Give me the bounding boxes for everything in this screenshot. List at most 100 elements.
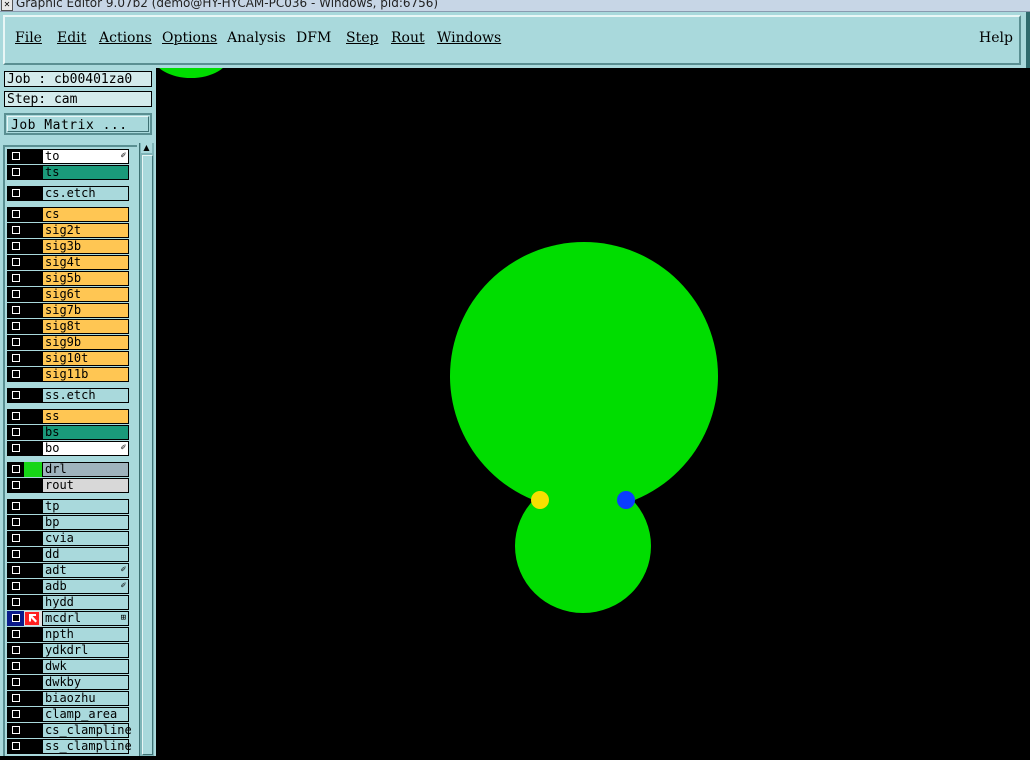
layer-checkbox[interactable] bbox=[7, 303, 24, 318]
layer-work-indicator[interactable] bbox=[24, 531, 42, 546]
layer-checkbox[interactable] bbox=[7, 739, 24, 754]
layer-checkbox[interactable] bbox=[7, 478, 24, 493]
layer-checkbox[interactable] bbox=[7, 675, 24, 690]
layer-name[interactable]: sig9b bbox=[42, 335, 129, 350]
layer-row[interactable]: rout bbox=[7, 478, 129, 493]
layer-checkbox[interactable] bbox=[7, 351, 24, 366]
arrow-cursor-icon[interactable] bbox=[24, 611, 42, 626]
layer-work-indicator[interactable] bbox=[24, 287, 42, 302]
layer-name[interactable]: ss_clampline bbox=[42, 739, 132, 754]
layer-work-indicator[interactable] bbox=[24, 627, 42, 642]
layer-work-indicator[interactable] bbox=[24, 239, 42, 254]
layer-row[interactable]: tp bbox=[7, 499, 129, 514]
layer-work-indicator[interactable] bbox=[24, 462, 42, 477]
layer-name[interactable]: rout bbox=[42, 478, 129, 493]
layer-name[interactable]: dd bbox=[42, 547, 129, 562]
layer-row[interactable]: to ✐ bbox=[7, 149, 129, 164]
layer-work-indicator[interactable] bbox=[24, 499, 42, 514]
layer-row[interactable]: clamp_area bbox=[7, 707, 129, 722]
layer-name[interactable]: cvia bbox=[42, 531, 129, 546]
layer-row[interactable]: sig6t bbox=[7, 287, 129, 302]
layer-name[interactable]: to ✐ bbox=[42, 149, 129, 164]
layer-checkbox[interactable] bbox=[7, 691, 24, 706]
layer-checkbox[interactable] bbox=[7, 271, 24, 286]
layer-name[interactable]: sig7b bbox=[42, 303, 129, 318]
layer-row[interactable]: sig9b bbox=[7, 335, 129, 350]
layer-row[interactable]: ss bbox=[7, 409, 129, 424]
layer-work-indicator[interactable] bbox=[24, 723, 42, 738]
layer-row[interactable]: sig2t bbox=[7, 223, 129, 238]
layer-work-indicator[interactable] bbox=[24, 186, 42, 201]
layer-name[interactable]: ss.etch bbox=[42, 388, 129, 403]
layer-row[interactable]: dd bbox=[7, 547, 129, 562]
graphic-canvas[interactable] bbox=[153, 34, 1030, 756]
menu-help[interactable]: Help bbox=[979, 30, 1013, 46]
layer-row[interactable]: hydd bbox=[7, 595, 129, 610]
layer-name[interactable]: adt ✐ bbox=[42, 563, 129, 578]
menu-options[interactable]: Options bbox=[162, 30, 217, 46]
layer-work-indicator[interactable] bbox=[24, 707, 42, 722]
layer-name[interactable]: tp bbox=[42, 499, 129, 514]
menu-file[interactable]: File bbox=[15, 30, 42, 46]
layer-checkbox[interactable] bbox=[7, 409, 24, 424]
menu-windows[interactable]: Windows bbox=[437, 30, 501, 46]
layer-checkbox[interactable] bbox=[7, 287, 24, 302]
job-matrix-button[interactable]: Job Matrix ... bbox=[4, 113, 152, 135]
layer-name[interactable]: bp bbox=[42, 515, 129, 530]
layer-checkbox[interactable] bbox=[7, 723, 24, 738]
layer-row[interactable]: biaozhu bbox=[7, 691, 129, 706]
layer-work-indicator[interactable] bbox=[24, 547, 42, 562]
menu-edit[interactable]: Edit bbox=[57, 30, 86, 46]
layer-checkbox[interactable] bbox=[7, 255, 24, 270]
layer-checkbox[interactable] bbox=[7, 388, 24, 403]
layer-work-indicator[interactable] bbox=[24, 271, 42, 286]
layer-checkbox[interactable] bbox=[7, 515, 24, 530]
layer-checkbox[interactable] bbox=[7, 207, 24, 222]
layer-name[interactable]: sig5b bbox=[42, 271, 129, 286]
layer-name[interactable]: adb ✐ bbox=[42, 579, 129, 594]
layer-work-indicator[interactable] bbox=[24, 691, 42, 706]
layer-checkbox[interactable] bbox=[7, 165, 24, 180]
layer-work-indicator[interactable] bbox=[24, 223, 42, 238]
layer-work-indicator[interactable] bbox=[24, 579, 42, 594]
layer-name[interactable]: clamp_area bbox=[42, 707, 129, 722]
layer-name[interactable]: ss bbox=[42, 409, 129, 424]
layer-name[interactable]: cs bbox=[42, 207, 129, 222]
layer-work-indicator[interactable] bbox=[24, 425, 42, 440]
layer-name[interactable]: dwk bbox=[42, 659, 129, 674]
layer-name[interactable]: sig6t bbox=[42, 287, 129, 302]
layer-row[interactable]: dwkby bbox=[7, 675, 129, 690]
layer-name[interactable]: bo ✐ bbox=[42, 441, 129, 456]
layer-name[interactable]: mcdrl ⊞ bbox=[42, 611, 129, 626]
layer-name[interactable]: sig10t bbox=[42, 351, 129, 366]
layer-work-indicator[interactable] bbox=[24, 441, 42, 456]
layer-name[interactable]: sig8t bbox=[42, 319, 129, 334]
layer-row[interactable]: dwk bbox=[7, 659, 129, 674]
layer-checkbox[interactable] bbox=[7, 643, 24, 658]
layer-row[interactable]: cs bbox=[7, 207, 129, 222]
layer-row[interactable]: ts bbox=[7, 165, 129, 180]
layer-work-indicator[interactable] bbox=[24, 659, 42, 674]
layer-name[interactable]: npth bbox=[42, 627, 129, 642]
scroll-up-arrow-icon[interactable]: ▲ bbox=[141, 143, 152, 153]
menu-dfm[interactable]: DFM bbox=[296, 30, 331, 46]
layer-work-indicator[interactable] bbox=[24, 388, 42, 403]
layer-row[interactable]: bp bbox=[7, 515, 129, 530]
layer-name[interactable]: cs.etch bbox=[42, 186, 129, 201]
layer-work-indicator[interactable] bbox=[24, 319, 42, 334]
layer-work-indicator[interactable] bbox=[24, 255, 42, 270]
layer-checkbox[interactable] bbox=[7, 611, 24, 626]
layer-row[interactable]: bs bbox=[7, 425, 129, 440]
layer-checkbox[interactable] bbox=[7, 499, 24, 514]
layer-name[interactable]: hydd bbox=[42, 595, 129, 610]
layer-work-indicator[interactable] bbox=[24, 515, 42, 530]
layer-work-indicator[interactable] bbox=[24, 165, 42, 180]
layer-name[interactable]: cs_clampline bbox=[42, 723, 132, 738]
layer-row[interactable]: adt ✐ bbox=[7, 563, 129, 578]
layer-row[interactable]: sig10t bbox=[7, 351, 129, 366]
layer-work-indicator[interactable] bbox=[24, 643, 42, 658]
layer-row[interactable]: adb ✐ bbox=[7, 579, 129, 594]
layer-row[interactable]: sig5b bbox=[7, 271, 129, 286]
menu-analysis[interactable]: Analysis bbox=[227, 30, 286, 46]
layer-row[interactable]: cvia bbox=[7, 531, 129, 546]
